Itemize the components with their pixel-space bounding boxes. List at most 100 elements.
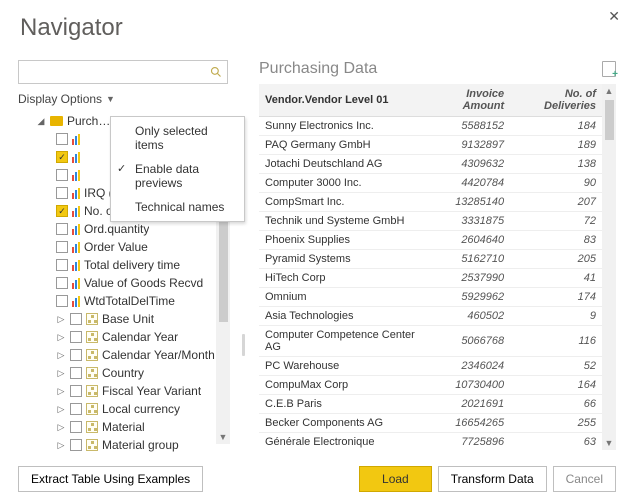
expand-icon[interactable]: ▷ (56, 386, 66, 397)
expand-icon[interactable]: ▷ (56, 422, 66, 433)
display-options-dropdown[interactable]: Display Options ▼ (18, 90, 115, 108)
table-row[interactable]: PC Warehouse234602452 (259, 357, 602, 376)
menu-item-only-selected[interactable]: Only selected items (111, 119, 244, 157)
table-row[interactable]: HiTech Corp253799041 (259, 269, 602, 288)
table-scrollbar[interactable]: ▲ ▼ (602, 84, 616, 450)
checkbox[interactable] (70, 385, 82, 397)
table-row[interactable]: Pyramid Systems5162710205 (259, 250, 602, 269)
transform-data-button[interactable]: Transform Data (438, 466, 547, 492)
checkbox[interactable]: ✓ (56, 151, 68, 163)
menu-item-technical-names[interactable]: Technical names (111, 195, 244, 219)
measure-icon (72, 296, 80, 307)
hierarchy-icon (86, 385, 98, 397)
table-row[interactable]: Becker Components AG16654265255 (259, 414, 602, 433)
table-row[interactable]: Asia Technologies4605029 (259, 307, 602, 326)
checkbox[interactable] (70, 313, 82, 325)
checkbox[interactable] (70, 403, 82, 415)
checkbox[interactable] (70, 331, 82, 343)
table-row[interactable]: Technik und Systeme GmbH333187572 (259, 212, 602, 231)
tree-hierarchy-item[interactable]: ▷ Fiscal Year Variant (18, 382, 228, 400)
tree-hierarchy-item[interactable]: ▷Country (18, 364, 228, 382)
cancel-button[interactable]: Cancel (553, 466, 616, 492)
hierarchy-icon (86, 421, 98, 433)
splitter-handle[interactable] (242, 334, 245, 356)
cube-icon (50, 116, 63, 126)
measure-icon (72, 170, 80, 181)
tree-measure-item[interactable]: Total delivery time (18, 256, 228, 274)
tree-measure-item[interactable]: WtdTotalDelTime (18, 292, 228, 310)
table-row[interactable]: Computer 3000 Inc.442078490 (259, 174, 602, 193)
measure-icon (72, 152, 80, 163)
tree-item-label: Material group (102, 438, 179, 452)
column-header[interactable]: No. of Deliveries (510, 84, 602, 117)
column-header[interactable]: Invoice Amount (422, 84, 510, 117)
extract-table-button[interactable]: Extract Table Using Examples (18, 466, 203, 492)
scroll-up-icon[interactable]: ▲ (605, 84, 614, 98)
checkbox[interactable] (70, 439, 82, 451)
hierarchy-icon (86, 331, 98, 343)
expand-icon[interactable]: ▷ (56, 404, 66, 415)
expand-icon[interactable]: ▷ (56, 368, 66, 379)
table-row[interactable]: Computer Competence Center AG5066768116 (259, 326, 602, 357)
search-input[interactable] (19, 61, 205, 83)
expand-icon[interactable]: ▷ (56, 314, 66, 325)
checkbox[interactable] (56, 277, 68, 289)
hierarchy-icon (86, 367, 98, 379)
table-row[interactable]: Jotachi Deutschland AG4309632138 (259, 155, 602, 174)
checkbox[interactable] (70, 367, 82, 379)
tree-item-label: Fiscal Year Variant (102, 384, 201, 398)
scroll-down-icon[interactable]: ▼ (605, 436, 614, 450)
scroll-down-icon[interactable]: ▼ (219, 430, 228, 444)
table-row[interactable]: Omnium5929962174 (259, 288, 602, 307)
tree-item-label: Ord.quantity (84, 222, 149, 236)
checkbox[interactable] (56, 241, 68, 253)
tree-measure-item[interactable]: Value of Goods Recvd (18, 274, 228, 292)
table-row[interactable]: PAQ Germany GmbH9132897189 (259, 136, 602, 155)
measure-icon (72, 134, 80, 145)
table-row[interactable]: Sunny Electronics Inc.5588152184 (259, 117, 602, 136)
close-icon[interactable]: ✕ (608, 8, 620, 25)
expand-icon[interactable]: ▷ (56, 332, 66, 343)
tree-hierarchy-item[interactable]: ▷Material (18, 418, 228, 436)
expand-icon[interactable]: ▷ (56, 440, 66, 451)
checkbox[interactable] (70, 421, 82, 433)
measure-icon (72, 206, 80, 217)
load-button[interactable]: Load (359, 466, 432, 492)
table-row[interactable]: CompSmart Inc.13285140207 (259, 193, 602, 212)
tree-item-label: Calendar Year/Month (102, 348, 215, 362)
collapse-icon[interactable]: ◢ (36, 116, 46, 127)
checkbox[interactable] (56, 169, 68, 181)
display-options-menu: Only selected items ✓ Enable data previe… (110, 116, 245, 222)
measure-icon (72, 242, 80, 253)
checkbox[interactable] (56, 295, 68, 307)
tree-measure-item[interactable]: Order Value (18, 238, 228, 256)
search-icon[interactable] (205, 61, 227, 83)
checkbox[interactable] (56, 133, 68, 145)
tree-item-label: Order Value (84, 240, 148, 254)
table-row[interactable]: C.E.B Paris202169166 (259, 395, 602, 414)
checkbox[interactable]: ✓ (56, 205, 68, 217)
tree-hierarchy-item[interactable]: ▷ Calendar Year/Month (18, 346, 228, 364)
checkbox[interactable] (56, 223, 68, 235)
column-header[interactable]: Vendor.Vendor Level 01 (259, 84, 422, 117)
add-column-icon[interactable] (602, 61, 616, 77)
tree-measure-item[interactable]: Ord.quantity (18, 220, 228, 238)
table-row[interactable]: Phoenix Supplies260464083 (259, 231, 602, 250)
tree-hierarchy-item[interactable]: ▷Calendar Year (18, 328, 228, 346)
measure-icon (72, 278, 80, 289)
tree-hierarchy-item[interactable]: ▷ Material group (18, 436, 228, 452)
checkbox[interactable] (56, 259, 68, 271)
preview-title: Purchasing Data (259, 60, 377, 78)
measure-icon (72, 188, 80, 199)
scroll-thumb[interactable] (605, 100, 614, 140)
preview-table: Vendor.Vendor Level 01Invoice AmountNo. … (259, 84, 602, 450)
tree-hierarchy-item[interactable]: ▷Base Unit (18, 310, 228, 328)
table-row[interactable]: Générale Electronique772589663 (259, 433, 602, 451)
checkbox[interactable] (70, 349, 82, 361)
menu-item-enable-previews[interactable]: ✓ Enable data previews (111, 157, 244, 195)
tree-hierarchy-item[interactable]: ▷Local currency (18, 400, 228, 418)
table-row[interactable]: CompuMax Corp10730400164 (259, 376, 602, 395)
checkbox[interactable] (56, 187, 68, 199)
search-field[interactable] (18, 60, 228, 84)
expand-icon[interactable]: ▷ (56, 350, 66, 361)
